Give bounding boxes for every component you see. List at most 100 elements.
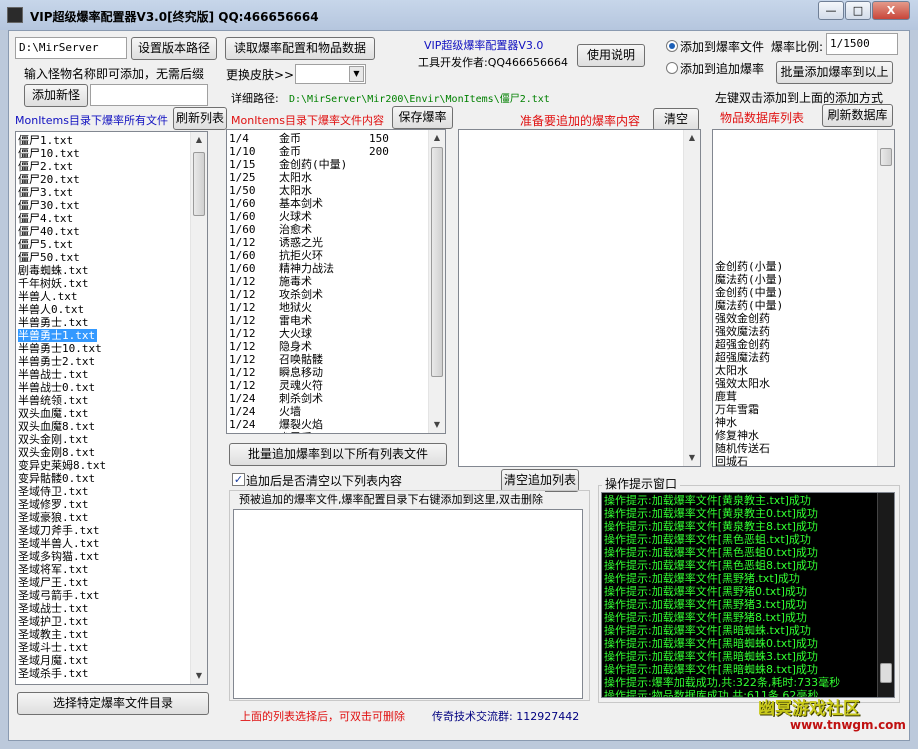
list-item[interactable]: 圣域豪狼.txt	[18, 511, 190, 524]
table-row[interactable]: 1/12 大火球	[229, 327, 428, 340]
monster-list-scrollbar[interactable]: ▲ ▼	[190, 132, 207, 684]
scroll-down-icon[interactable]: ▼	[429, 417, 445, 433]
list-item[interactable]: 圣域教主.txt	[18, 628, 190, 641]
add-new-monster-button[interactable]: 添加新怪	[24, 84, 88, 107]
list-item[interactable]: 金创药(中量)	[715, 286, 877, 299]
list-item[interactable]: 双头血魔8.txt	[18, 420, 190, 433]
monster-name-input[interactable]	[90, 84, 208, 106]
radio-add-to-append[interactable]	[666, 62, 678, 74]
list-item[interactable]: 圣域护卫.txt	[18, 615, 190, 628]
table-row[interactable]: 1/24 火墙	[229, 405, 428, 418]
log-window[interactable]: 操作提示:加载爆率文件[黄泉教主.txt]成功 操作提示:加载爆率文件[黄泉教主0…	[601, 492, 895, 698]
list-item[interactable]: 强效太阳水	[715, 377, 877, 390]
list-item[interactable]: 半兽战士0.txt	[18, 381, 190, 394]
append-list-scrollbar[interactable]: ▲ ▼	[683, 130, 700, 466]
list-item[interactable]: 圣域将军.txt	[18, 563, 190, 576]
close-button[interactable]: X	[872, 1, 910, 20]
scroll-up-icon[interactable]: ▲	[684, 130, 700, 146]
list-item[interactable]: 鹿茸	[715, 390, 877, 403]
table-row[interactable]: 1/12 地狱火	[229, 301, 428, 314]
list-item[interactable]: 圣域尸王.txt	[18, 576, 190, 589]
list-item[interactable]: 僵尸5.txt	[18, 238, 190, 251]
list-item[interactable]: 魔法药(中量)	[715, 299, 877, 312]
table-row[interactable]: 1/12 诱惑之光	[229, 236, 428, 249]
append-file-list[interactable]	[233, 509, 583, 699]
batch-add-above-button[interactable]: 批量添加爆率到以上	[776, 61, 893, 84]
list-item[interactable]: 僵尸40.txt	[18, 225, 190, 238]
table-row[interactable]: 1/12 隐身术	[229, 340, 428, 353]
server-path-input[interactable]: D:\MirServer	[15, 37, 127, 59]
table-row[interactable]: 1/12 灵魂火符	[229, 379, 428, 392]
batch-append-button[interactable]: 批量追加爆率到以下所有列表文件	[229, 443, 447, 466]
table-row[interactable]: 1/12 攻杀剑术	[229, 288, 428, 301]
maximize-button[interactable]: □	[845, 1, 871, 20]
help-button[interactable]: 使用说明	[577, 44, 645, 67]
table-row[interactable]: 1/10 金币 200	[229, 145, 428, 158]
table-row[interactable]: 1/24 爆裂火焰	[229, 418, 428, 431]
list-item[interactable]: 半兽人.txt	[18, 290, 190, 303]
table-row[interactable]: 1/4 金币 150	[229, 132, 428, 145]
list-item[interactable]: 半兽勇士2.txt	[18, 355, 190, 368]
table-row[interactable]: 1/12 雷电术	[229, 314, 428, 327]
refresh-list-button[interactable]: 刷新列表	[173, 107, 227, 130]
clear-after-append-checkbox[interactable]: ✓	[232, 473, 245, 486]
minimize-button[interactable]: —	[818, 1, 844, 20]
table-row[interactable]: 1/24幽灵盾	[229, 431, 428, 433]
list-item[interactable]: 强效金创药	[715, 312, 877, 325]
ratio-input[interactable]: 1/1500	[826, 33, 898, 55]
list-item[interactable]: 修复神水	[715, 429, 877, 442]
list-item[interactable]: 半兽战士.txt	[18, 368, 190, 381]
table-row[interactable]: 1/60 治愈术	[229, 223, 428, 236]
clear-append-button[interactable]: 清空	[653, 108, 699, 131]
table-row[interactable]: 1/12 召唤骷髅	[229, 353, 428, 366]
list-item[interactable]: 强效魔法药	[715, 325, 877, 338]
table-row[interactable]: 1/25 太阳水	[229, 171, 428, 184]
scroll-thumb[interactable]	[431, 147, 443, 377]
list-item[interactable]: 千年树妖.txt	[18, 277, 190, 290]
table-row[interactable]: 1/24 刺杀剑术	[229, 392, 428, 405]
list-item[interactable]: 神水	[715, 416, 877, 429]
list-item[interactable]: 僵尸30.txt	[18, 199, 190, 212]
list-item[interactable]: 僵尸3.txt	[18, 186, 190, 199]
refresh-db-button[interactable]: 刷新数据库	[822, 104, 893, 127]
list-item[interactable]: 半兽统领.txt	[18, 394, 190, 407]
table-row[interactable]: 1/12 瞬息移动	[229, 366, 428, 379]
list-item[interactable]: 僵尸10.txt	[18, 147, 190, 160]
list-item[interactable]: 变异骷髅0.txt	[18, 472, 190, 485]
list-item[interactable]: 圣域弓箭手.txt	[18, 589, 190, 602]
list-item[interactable]: 双头血魔.txt	[18, 407, 190, 420]
list-item[interactable]: 半兽勇士10.txt	[18, 342, 190, 355]
list-item[interactable]: 圣域月魔.txt	[18, 654, 190, 667]
list-item[interactable]: 僵尸1.txt	[18, 134, 190, 147]
table-row[interactable]: 1/12 施毒术	[229, 275, 428, 288]
append-content-list[interactable]: ▲ ▼	[458, 129, 701, 467]
table-row[interactable]: 1/60 火球术	[229, 210, 428, 223]
list-item[interactable]: 圣域斗士.txt	[18, 641, 190, 654]
item-db-scrollbar[interactable]	[877, 130, 894, 466]
list-item[interactable]: 圣域杀手.txt	[18, 667, 190, 680]
list-item[interactable]: 双头金刚8.txt	[18, 446, 190, 459]
list-item[interactable]: 半兽勇士.txt	[18, 316, 190, 329]
monster-file-list[interactable]: 僵尸1.txt 僵尸10.txt 僵尸2.txt 僵尸20.txt 僵尸3.txt 僵尸3…	[15, 131, 208, 685]
table-row[interactable]: 1/60 基本剑术	[229, 197, 428, 210]
scroll-up-icon[interactable]: ▲	[191, 132, 207, 148]
list-item[interactable]: 僵尸50.txt	[18, 251, 190, 264]
list-item[interactable]: 圣域半兽人.txt	[18, 537, 190, 550]
list-item[interactable]: 超强魔法药	[715, 351, 877, 364]
list-item[interactable]: 圣域侍卫.txt	[18, 485, 190, 498]
list-item[interactable]: 金创药(小量)	[715, 260, 877, 273]
scroll-thumb[interactable]	[880, 148, 892, 166]
list-item[interactable]: 僵尸2.txt	[18, 160, 190, 173]
list-item[interactable]: 变异史莱姆8.txt	[18, 459, 190, 472]
log-scrollbar[interactable]	[877, 493, 894, 697]
set-version-path-button[interactable]: 设置版本路径	[131, 37, 217, 60]
list-item[interactable]: 僵尸4.txt	[18, 212, 190, 225]
read-config-button[interactable]: 读取爆率配置和物品数据	[225, 37, 375, 60]
drop-list-scrollbar[interactable]: ▲ ▼	[428, 130, 445, 433]
list-item[interactable]: 万年雪霜	[715, 403, 877, 416]
clear-append-list-button[interactable]: 清空追加列表	[501, 469, 579, 492]
list-item[interactable]: 圣域战士.txt	[18, 602, 190, 615]
scroll-thumb[interactable]	[193, 152, 205, 216]
chevron-down-icon[interactable]: ▼	[349, 66, 364, 82]
list-item[interactable]: 随机传送石	[715, 442, 877, 455]
